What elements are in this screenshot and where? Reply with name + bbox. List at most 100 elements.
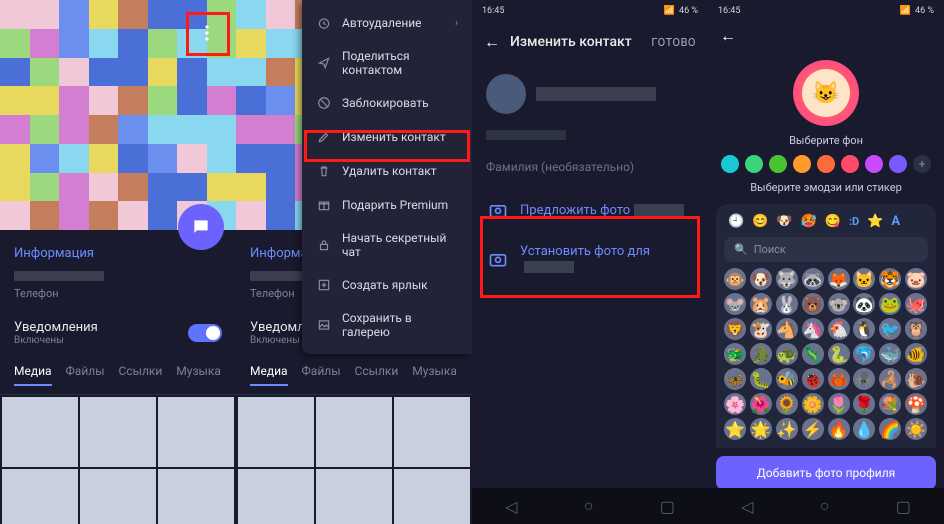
emoji-item[interactable]: 🐮 [750, 318, 772, 340]
menu-gift-premium[interactable]: Подарить Premium [302, 188, 472, 222]
menu-save-gallery[interactable]: Сохранить в галерею [302, 302, 472, 348]
tab-media[interactable]: Медиа [250, 364, 288, 386]
phone-row[interactable]: Телефон [0, 267, 236, 310]
emoji-item[interactable]: 🐺 [776, 268, 798, 290]
emoji-item[interactable]: 🐴 [776, 318, 798, 340]
emoji-item[interactable]: 🦉 [905, 318, 927, 340]
media-thumb[interactable] [158, 469, 234, 524]
emoji-item[interactable]: 🦝 [802, 268, 824, 290]
color-swatch[interactable] [889, 155, 907, 173]
add-profile-photo-button[interactable]: Добавить фото профиля [716, 456, 936, 490]
media-thumb[interactable] [238, 469, 314, 524]
emoji-item[interactable]: 🐝 [776, 368, 798, 390]
first-name-field[interactable] [536, 87, 656, 101]
emoji-search-input[interactable]: 🔍 Поиск [724, 237, 928, 262]
emoji-tab-animals[interactable]: 🐶 [776, 214, 792, 229]
done-button[interactable]: ГОТОВО [651, 36, 696, 49]
emoji-item[interactable]: 🌹 [853, 393, 875, 415]
emoji-item[interactable]: 🕷️ [853, 368, 875, 390]
emoji-tab-smileys[interactable]: 😊 [752, 214, 768, 229]
emoji-item[interactable]: ☀️ [905, 418, 927, 440]
emoji-item[interactable]: 🐱 [853, 268, 875, 290]
color-swatch[interactable] [793, 155, 811, 173]
menu-secret-chat[interactable]: Начать секретный чат [302, 222, 472, 268]
emoji-item[interactable]: 🐲 [724, 343, 746, 365]
emoji-item[interactable]: 🌸 [724, 393, 746, 415]
contact-name-row[interactable] [472, 62, 708, 126]
back-icon[interactable]: ← [720, 26, 736, 45]
emoji-tab-food[interactable]: 🥵 [801, 214, 817, 229]
emoji-item[interactable]: 🐙 [905, 293, 927, 315]
emoji-item[interactable]: 🐸 [879, 293, 901, 315]
emoji-item[interactable]: 🐭 [724, 293, 746, 315]
tab-music[interactable]: Музыка [412, 364, 457, 386]
emoji-item[interactable]: 🔥 [828, 418, 850, 440]
emoji-item[interactable]: ⚡ [802, 418, 824, 440]
menu-create-shortcut[interactable]: Создать ярлык [302, 268, 472, 302]
emoji-item[interactable]: 🌺 [750, 393, 772, 415]
emoji-item[interactable]: 🐔 [828, 318, 850, 340]
media-thumb[interactable] [80, 397, 156, 467]
emoji-item[interactable]: 🌼 [802, 393, 824, 415]
media-thumb[interactable] [2, 397, 78, 467]
menu-share-contact[interactable]: Поделиться контактом [302, 40, 472, 86]
emoji-item[interactable]: 🐌 [905, 368, 927, 390]
message-fab[interactable] [178, 204, 224, 250]
emoji-item[interactable]: 🐳 [879, 343, 901, 365]
nav-home-icon[interactable]: ○ [584, 496, 594, 516]
emoji-item[interactable]: 🌷 [828, 393, 850, 415]
emoji-item[interactable]: 🐞 [802, 368, 824, 390]
color-swatch[interactable] [817, 155, 835, 173]
emoji-item[interactable]: 🐢 [776, 343, 798, 365]
avatar-preview[interactable]: 😺 [793, 60, 859, 126]
emoji-item[interactable]: 🐬 [853, 343, 875, 365]
emoji-item[interactable]: 🦊 [828, 268, 850, 290]
emoji-item[interactable]: 💧 [853, 418, 875, 440]
emoji-item[interactable]: 🦀 [828, 368, 850, 390]
menu-block[interactable]: Заблокировать [302, 86, 472, 120]
emoji-item[interactable]: 🐠 [905, 343, 927, 365]
notifications-toggle[interactable] [188, 324, 222, 342]
emoji-item[interactable]: 🌈 [879, 418, 901, 440]
media-thumb[interactable] [238, 397, 314, 467]
emoji-item[interactable]: 🐦 [879, 318, 901, 340]
menu-autodelete[interactable]: Автоудаление › [302, 6, 472, 40]
emoji-item[interactable]: 🐵 [724, 268, 746, 290]
color-swatch[interactable] [745, 155, 763, 173]
emoji-tab-recent-icon[interactable]: 🕘 [728, 214, 744, 229]
emoji-item[interactable]: 🐛 [750, 368, 772, 390]
emoji-item[interactable]: 🦄 [802, 318, 824, 340]
emoji-item[interactable]: 🐍 [828, 343, 850, 365]
media-thumb[interactable] [316, 397, 392, 467]
tab-media[interactable]: Медиа [14, 364, 52, 386]
emoji-item[interactable]: 🐹 [750, 293, 772, 315]
emoji-item[interactable]: 🐯 [879, 268, 901, 290]
media-thumb[interactable] [2, 469, 78, 524]
emoji-item[interactable]: ⭐ [724, 418, 746, 440]
contact-avatar[interactable] [486, 74, 526, 114]
color-swatch[interactable] [841, 155, 859, 173]
tab-links[interactable]: Ссылки [355, 364, 399, 386]
color-swatch[interactable] [721, 155, 739, 173]
emoji-tab-objects[interactable]: 😋 [825, 214, 841, 229]
emoji-item[interactable]: 🐊 [750, 343, 772, 365]
tab-music[interactable]: Музыка [176, 364, 221, 386]
emoji-item[interactable]: 🐨 [828, 293, 850, 315]
emoji-item[interactable]: ✨ [776, 418, 798, 440]
emoji-tab-premium[interactable]: ⭐ [867, 214, 883, 229]
color-swatch[interactable] [769, 155, 787, 173]
nav-home-icon[interactable]: ○ [820, 496, 830, 516]
add-color-button[interactable]: + [913, 155, 931, 173]
emoji-item[interactable]: 🦎 [802, 343, 824, 365]
emoji-item[interactable]: 🐰 [776, 293, 798, 315]
media-thumb[interactable] [394, 469, 470, 524]
nav-recent-icon[interactable]: ▢ [896, 497, 911, 516]
emoji-item[interactable]: 🦂 [879, 368, 901, 390]
phone-field[interactable] [486, 130, 566, 140]
emoji-item[interactable]: 🦋 [724, 368, 746, 390]
media-thumb[interactable] [80, 469, 156, 524]
emoji-item[interactable]: 💐 [879, 393, 901, 415]
nav-back-icon[interactable]: ◁ [741, 497, 753, 516]
emoji-item[interactable]: 🌻 [776, 393, 798, 415]
back-icon[interactable]: ← [484, 32, 500, 52]
